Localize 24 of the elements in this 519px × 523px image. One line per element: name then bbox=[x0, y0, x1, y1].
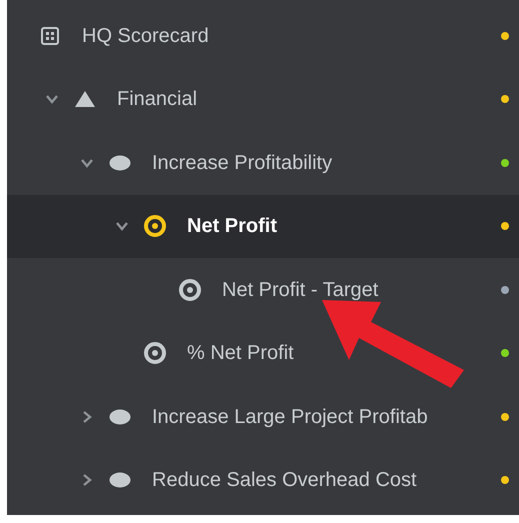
tree-item-label: Financial bbox=[117, 87, 198, 112]
ellipse-icon bbox=[109, 408, 131, 425]
tree-row[interactable]: Reduce Sales Overhead Cost bbox=[7, 448, 519, 512]
tree-item-label: Increase Large Project Profitab bbox=[152, 404, 428, 430]
tree-item-label: % Net Profit bbox=[187, 341, 294, 366]
tree-row[interactable]: Net Profit bbox=[7, 194, 519, 258]
tree-row[interactable]: Increase Profitability bbox=[7, 131, 519, 194]
tree-item-label: Net Profit bbox=[187, 214, 277, 240]
scorecard-icon bbox=[40, 26, 60, 46]
ellipse-icon bbox=[109, 472, 131, 488]
target-icon bbox=[178, 278, 202, 302]
target-icon bbox=[143, 341, 167, 366]
ellipse-icon bbox=[109, 154, 131, 171]
tree-row[interactable]: % Net Profit bbox=[7, 322, 519, 385]
target-icon bbox=[143, 214, 167, 238]
tree-item-label: Reduce Sales Overhead Cost bbox=[152, 468, 417, 494]
triangle-icon bbox=[74, 89, 96, 110]
tree-row[interactable]: Net Profit - Target bbox=[7, 258, 519, 322]
tree-item-label: HQ Scorecard bbox=[82, 24, 209, 49]
tree-row[interactable]: HQ Scorecard bbox=[7, 4, 519, 68]
tree-row[interactable]: Increase Large Project Profitab bbox=[7, 385, 519, 448]
tree-item-label: Increase Profitability bbox=[152, 150, 332, 176]
tree-row[interactable]: Financial bbox=[7, 68, 519, 131]
tree-item-label: Net Profit - Target bbox=[222, 278, 378, 303]
